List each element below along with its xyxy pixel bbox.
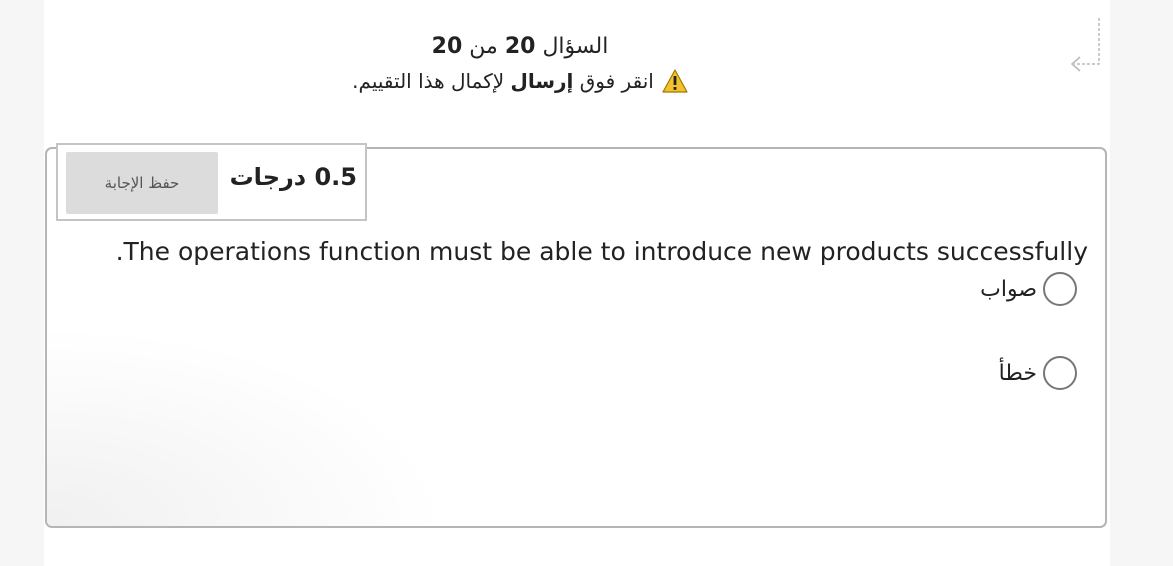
radio-button[interactable] [1043,356,1077,390]
question-text: The operations function must be able to … [115,237,1088,266]
note-submit-word: إرسال [510,69,574,93]
points-box: حفظ الإجابة 0.5 درجات [56,143,367,221]
question-total: 20 [431,34,463,59]
question-number: 20 [504,34,536,59]
note-before: انقر فوق [579,69,654,93]
radio-button[interactable] [1043,272,1077,306]
return-arrow-icon[interactable] [1066,16,1102,76]
option-label: صواب [980,276,1037,302]
note-text: انقر فوق إرسال لإكمال هذا التقييم. [352,64,654,98]
save-answer-button[interactable]: حفظ الإجابة [66,152,218,214]
question-of: من [469,34,498,59]
question-counter: السؤال 20 من 20 [300,30,740,64]
assessment-header: السؤال 20 من 20 انقر فوق إرسال لإكمال هذ… [300,30,740,98]
option-true[interactable]: صواب [980,272,1077,306]
warning-triangle-icon [662,69,688,93]
note-after: لإكمال هذا التقييم. [352,69,505,93]
question-prefix: السؤال [542,34,609,59]
points-label: 0.5 درجات [229,163,357,191]
option-label: خطأ [998,360,1037,386]
option-false[interactable]: خطأ [999,356,1077,390]
submit-note: انقر فوق إرسال لإكمال هذا التقييم. [300,64,740,98]
card-shade [47,326,447,526]
